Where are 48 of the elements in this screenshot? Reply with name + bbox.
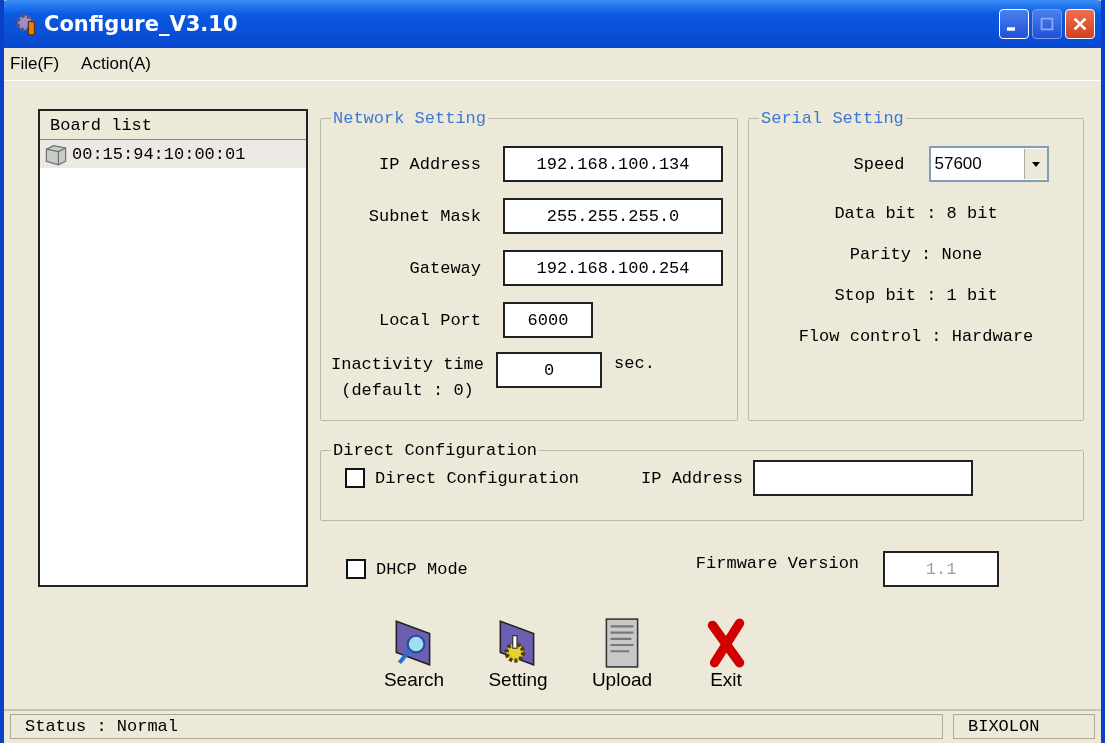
minimize-icon — [1007, 27, 1015, 31]
input-field[interactable]: 0 — [496, 352, 603, 388]
field-label: Speed — [853, 154, 905, 174]
checkbox-label: DHCP Mode — [376, 559, 468, 579]
checkbox[interactable] — [346, 559, 366, 579]
group-title: Serial Setting — [760, 109, 905, 128]
checkbox[interactable] — [345, 468, 365, 488]
toolbar-button[interactable]: Search — [376, 617, 452, 691]
status-text: Status : Normal — [10, 714, 943, 739]
field-label: IP Address — [377, 154, 481, 174]
speed-dropdown[interactable]: 57600 — [928, 146, 1049, 182]
brand-text: BIXOLON — [953, 714, 1095, 739]
list-item[interactable]: 00:15:94:10:00:01 — [40, 140, 306, 168]
hint-text: (default : 0) — [341, 380, 474, 402]
maximize-icon — [1038, 15, 1056, 33]
input-field[interactable]: 192.168.100.254 — [503, 250, 723, 286]
device-icon — [44, 142, 68, 166]
input-field[interactable]: 6000 — [503, 302, 593, 338]
setting-text: Stop bit : 1 bit — [834, 286, 998, 305]
caret-icon — [1030, 159, 1041, 169]
group-title: Network Setting — [332, 109, 488, 128]
close-button[interactable] — [1065, 9, 1095, 39]
gear-icon — [14, 12, 38, 36]
unit-label: sec. — [614, 354, 655, 373]
field-label: Gateway — [408, 258, 481, 278]
list-header: Board list — [40, 111, 306, 140]
field-label: IP Address — [641, 468, 744, 488]
group-title: Direct Configuration — [332, 441, 539, 460]
field-label: Subnet Mask — [367, 206, 481, 226]
toolbar-button[interactable]: Upload — [584, 617, 660, 691]
field-label: Firmware Version — [695, 553, 860, 573]
setting-text: Parity : None — [849, 245, 983, 264]
field-label: Inactivity time — [331, 354, 485, 376]
minimize-button[interactable] — [999, 9, 1029, 39]
input-field[interactable]: 192.168.100.134 — [503, 146, 723, 182]
maximize-button[interactable] — [1032, 9, 1062, 39]
toolbar-button[interactable]: Setting — [480, 617, 556, 691]
toolbar-button[interactable]: Exit — [688, 617, 764, 691]
menu-item[interactable]: Action(A) — [81, 54, 152, 74]
input-field[interactable] — [753, 460, 974, 496]
checkbox-label: Direct Configuration — [375, 468, 580, 488]
setting-text: Data bit : 8 bit — [834, 204, 998, 223]
input-field[interactable]: 255.255.255.0 — [503, 198, 723, 234]
window-title: Configure_V3.10 — [44, 12, 239, 36]
menu-item[interactable]: File(F) — [10, 54, 60, 74]
field-label: Local Port — [377, 310, 481, 330]
setting-text: Flow control : Hardware — [798, 327, 1034, 346]
close-icon — [1071, 15, 1089, 33]
